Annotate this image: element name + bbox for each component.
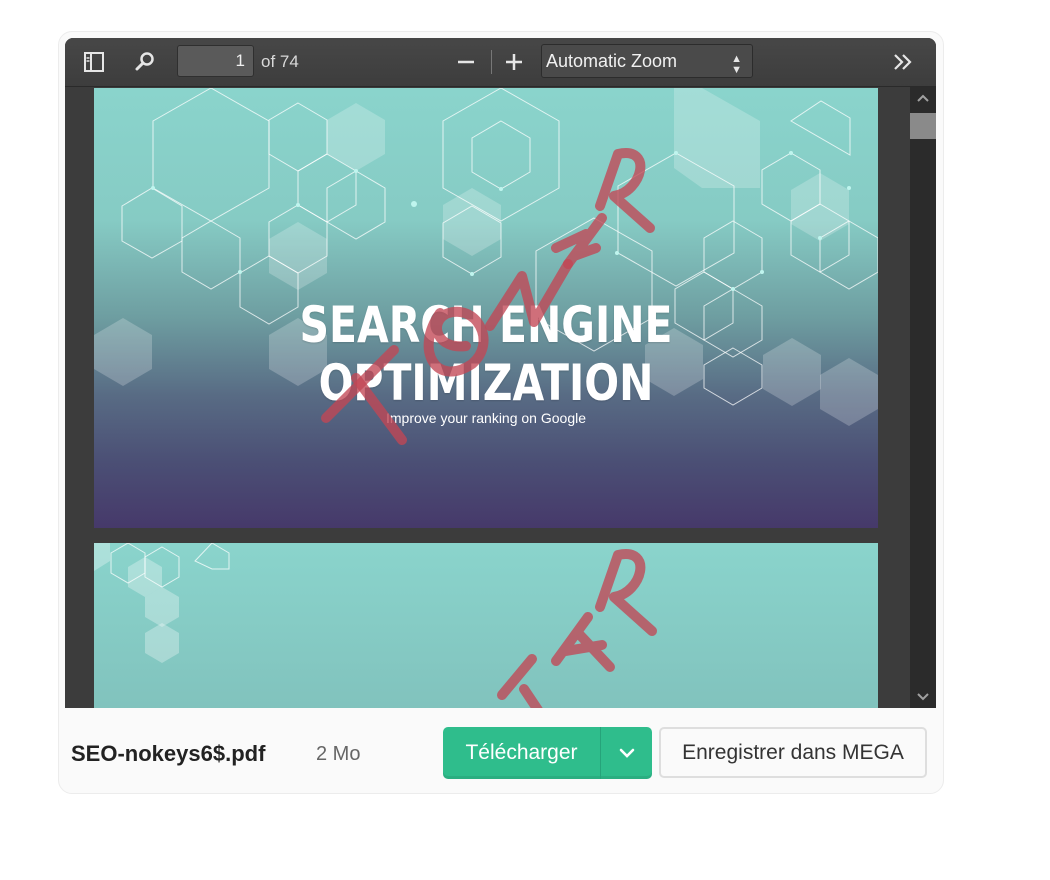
page-number-input[interactable] <box>177 45 254 77</box>
plus-icon <box>506 54 522 70</box>
chevron-down-icon <box>619 748 634 758</box>
more-tools-button[interactable] <box>889 47 919 77</box>
search-icon <box>135 52 154 71</box>
hexagon-pattern-page2 <box>94 543 657 708</box>
document-scroll-area[interactable]: SEARCH ENGINE OPTIMIZATION Improve your … <box>65 87 910 708</box>
pdf-viewer: of 74 Automatic Zoom ▲▼ <box>65 38 936 708</box>
vertical-scrollbar[interactable] <box>910 87 936 708</box>
save-to-mega-button[interactable]: Enregistrer dans MEGA <box>659 727 927 778</box>
zoom-in-button[interactable] <box>499 47 529 77</box>
minus-icon <box>458 60 474 64</box>
zoom-select-value: Automatic Zoom <box>546 51 678 71</box>
page-total-label: of 74 <box>261 52 299 71</box>
pdf-page-2 <box>94 543 878 708</box>
scrollbar-thumb[interactable] <box>910 113 936 139</box>
watermark-scribble <box>321 148 655 445</box>
download-options-button[interactable] <box>601 727 652 779</box>
zoom-out-button[interactable] <box>451 47 481 77</box>
scroll-up-icon[interactable] <box>910 87 936 109</box>
file-size: 2 Mo <box>316 743 361 765</box>
select-arrows-icon: ▲ ▼ <box>731 53 742 76</box>
pdf-toolbar: of 74 Automatic Zoom ▲▼ <box>65 38 936 87</box>
download-button-group: Télécharger <box>443 727 652 779</box>
sidebar-toggle-button[interactable] <box>79 47 109 77</box>
download-button[interactable]: Télécharger <box>443 727 600 779</box>
toolbar-divider <box>491 50 492 74</box>
scroll-down-icon[interactable] <box>910 686 936 708</box>
pdf-page-1: SEARCH ENGINE OPTIMIZATION Improve your … <box>94 88 878 528</box>
double-chevron-right-icon <box>894 54 912 70</box>
zoom-select[interactable]: Automatic Zoom ▲ ▼ <box>541 44 753 78</box>
file-preview-card: of 74 Automatic Zoom ▲▼ <box>58 31 944 794</box>
sidebar-toggle-icon <box>84 52 104 72</box>
file-name: SEO-nokeys6$.pdf <box>71 741 266 766</box>
search-button[interactable] <box>130 47 160 77</box>
